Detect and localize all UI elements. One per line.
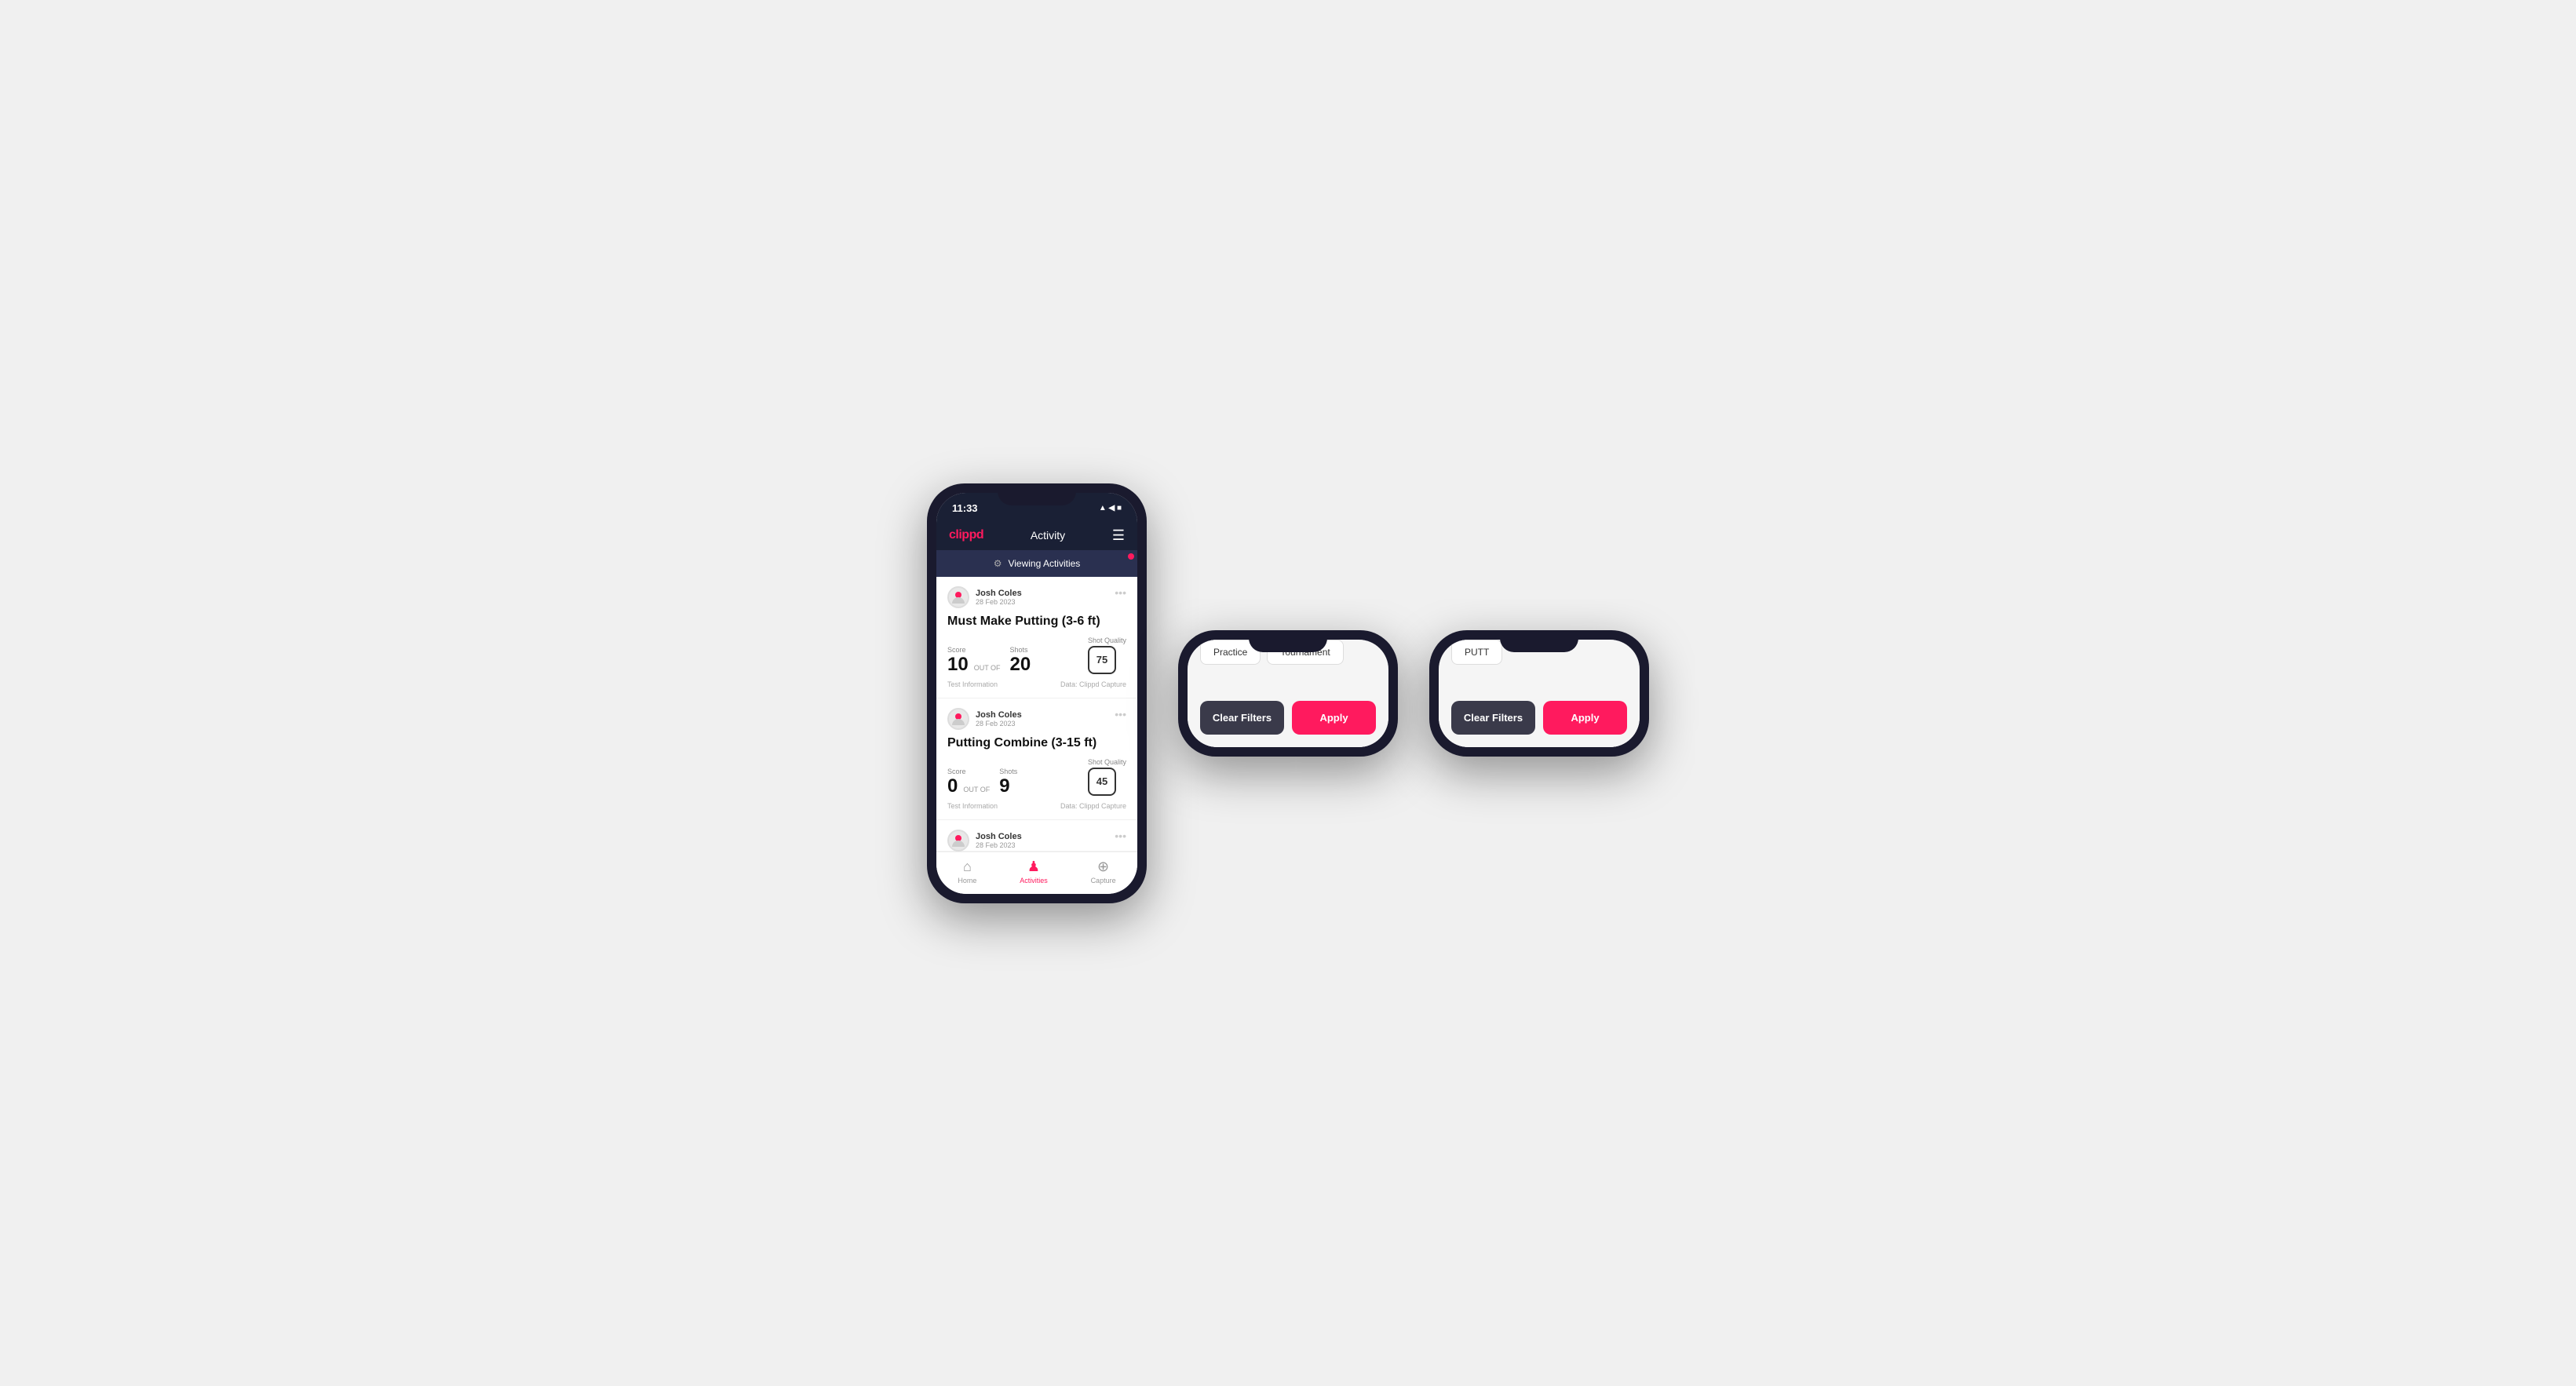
user-date-2: 28 Feb 2023 xyxy=(976,720,1022,728)
activity-card-1[interactable]: Josh Coles 28 Feb 2023 ••• Must Make Put… xyxy=(936,577,1137,698)
avatar-3 xyxy=(947,830,969,852)
user-date-1: 28 Feb 2023 xyxy=(976,598,1022,606)
notch-2 xyxy=(1249,630,1327,652)
test-info-1: Test Information xyxy=(947,680,998,688)
filter-footer-3: Clear Filters Apply xyxy=(1439,688,1640,747)
shot-quality-badge-1: 75 xyxy=(1088,646,1116,674)
capture-icon-1: ⊕ xyxy=(1097,859,1109,875)
apply-btn-3[interactable]: Apply xyxy=(1543,701,1627,735)
activities-label-1: Activities xyxy=(1020,877,1048,884)
nav-capture-1[interactable]: ⊕ Capture xyxy=(1091,859,1116,884)
filter-sheet-2: Filter ✕ Show Rounds Practice Drills Rou… xyxy=(1188,640,1388,747)
home-icon-1: ⌂ xyxy=(963,859,972,875)
notch-3 xyxy=(1500,630,1578,652)
more-button-1[interactable]: ••• xyxy=(1115,586,1126,599)
clear-filters-btn-3[interactable]: Clear Filters xyxy=(1451,701,1535,735)
user-info-3: Josh Coles 28 Feb 2023 xyxy=(947,830,1022,852)
capture-label-1: Capture xyxy=(1091,877,1116,884)
apply-btn-2[interactable]: Apply xyxy=(1292,701,1376,735)
bottom-nav-1: ⌂ Home ♟ Activities ⊕ Capture xyxy=(936,852,1137,894)
user-name-3: Josh Coles xyxy=(976,832,1022,841)
menu-icon-1[interactable]: ☰ xyxy=(1112,527,1125,544)
avatar-1 xyxy=(947,586,969,608)
user-name-2: Josh Coles xyxy=(976,710,1022,720)
filter-footer-2: Clear Filters Apply xyxy=(1188,688,1388,747)
shots-value-2: 9 xyxy=(999,777,1017,796)
user-info-1: Josh Coles 28 Feb 2023 xyxy=(947,586,1022,608)
more-button-2[interactable]: ••• xyxy=(1115,708,1126,720)
nav-bar-1: clippd Activity ☰ xyxy=(936,521,1137,550)
out-of-2: OUT OF xyxy=(963,786,990,793)
stats-row-2: Score 0 OUT OF Shots 9 Shot Quality 45 xyxy=(947,758,1126,796)
activity-title-2: Putting Combine (3-15 ft) xyxy=(947,736,1126,750)
out-of-1: OUT OF xyxy=(974,664,1001,672)
nav-home-1[interactable]: ⌂ Home xyxy=(958,859,976,884)
clear-filters-btn-2[interactable]: Clear Filters xyxy=(1200,701,1284,735)
phone-3: 11:33 ▲ ◀ ■ clippd Activity ☰ ⚙ Viewing … xyxy=(1429,630,1649,757)
score-value-2: 0 xyxy=(947,777,958,796)
activity-card-2[interactable]: Josh Coles 28 Feb 2023 ••• Putting Combi… xyxy=(936,698,1137,820)
user-name-1: Josh Coles xyxy=(976,589,1022,598)
card-footer-1: Test Information Data: Clippd Capture xyxy=(947,680,1126,688)
test-info-2: Test Information xyxy=(947,802,998,810)
shots-value-1: 20 xyxy=(1010,655,1031,674)
card-footer-2: Test Information Data: Clippd Capture xyxy=(947,802,1126,810)
data-source-2: Data: Clippd Capture xyxy=(1060,802,1126,810)
notch-1 xyxy=(998,483,1076,505)
data-source-1: Data: Clippd Capture xyxy=(1060,680,1126,688)
user-info-2: Josh Coles 28 Feb 2023 xyxy=(947,708,1022,730)
home-label-1: Home xyxy=(958,877,976,884)
logo-1: clippd xyxy=(949,528,983,542)
nav-activities-1[interactable]: ♟ Activities xyxy=(1020,859,1048,884)
phone-1: 11:33 ▲ ◀ ■ clippd Activity ☰ ⚙ Viewing … xyxy=(927,483,1147,903)
filter-sheet-3: Filter ✕ Show Rounds Practice Drills Pra… xyxy=(1439,640,1640,747)
shot-quality-badge-2: 45 xyxy=(1088,768,1116,796)
viewing-bar-1[interactable]: ⚙ Viewing Activities xyxy=(936,550,1137,577)
putt-btn-3[interactable]: PUTT xyxy=(1451,640,1502,665)
more-button-3[interactable]: ••• xyxy=(1115,830,1126,842)
status-icons-1: ▲ ◀ ■ xyxy=(1099,504,1122,512)
notification-dot-1 xyxy=(1128,553,1134,560)
nav-title-1: Activity xyxy=(1031,529,1065,542)
score-value-1: 10 xyxy=(947,655,969,674)
phone-2: 11:33 ▲ ◀ ■ clippd Activity ☰ ⚙ Viewing … xyxy=(1178,630,1398,757)
activity-title-1: Must Make Putting (3-6 ft) xyxy=(947,615,1126,629)
avatar-2 xyxy=(947,708,969,730)
viewing-activities-label-1: Viewing Activities xyxy=(1008,558,1080,569)
stats-row-1: Score 10 OUT OF Shots 20 Shot Quality 75 xyxy=(947,636,1126,674)
time-1: 11:33 xyxy=(952,502,978,514)
activity-card-3[interactable]: Josh Coles 28 Feb 2023 ••• xyxy=(936,820,1137,852)
user-date-3: 28 Feb 2023 xyxy=(976,841,1022,849)
activities-icon-1: ♟ xyxy=(1027,859,1040,875)
